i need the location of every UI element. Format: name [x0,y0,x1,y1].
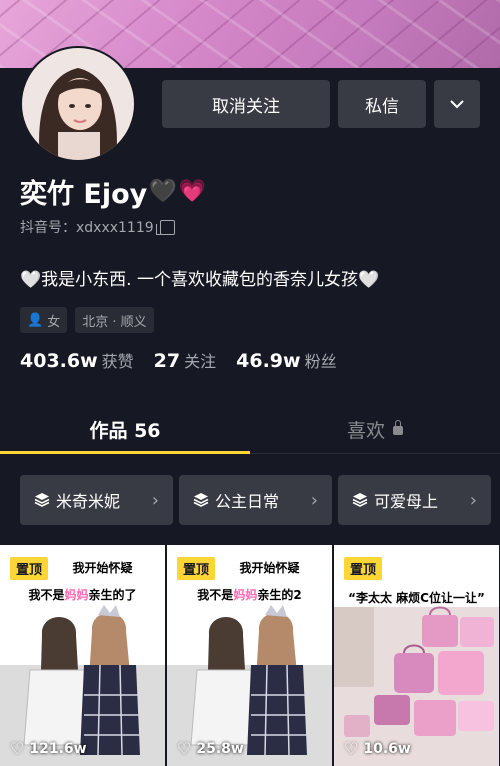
collections-row: 米奇米妮 › 公主日常 › 可爱母上 › [20,475,491,525]
display-name-text: 奕竹 Ejoy [20,179,148,210]
copy-icon[interactable] [155,219,175,235]
video-likes: ♡ 121.6w [10,739,87,758]
heart-outline-icon: ♡ [344,739,359,758]
video-caption: “李太太 麻烦C位让一让” [348,591,485,605]
video-caption-highlight: 妈妈 [64,588,89,602]
stat-following-value: 27 [153,350,181,372]
stat-followers[interactable]: 46.9w 粉丝 [236,348,336,372]
lock-icon [393,419,403,435]
stack-icon [352,493,368,507]
video-likes: ♡ 10.6w [344,739,411,758]
stack-icon [193,493,209,507]
tab-works-label: 作品 56 [89,419,161,442]
black-heart-emoji: 🖤 [149,179,177,204]
stat-followers-value: 46.9w [236,350,301,372]
stat-followers-label: 粉丝 [304,352,337,371]
stat-likes-label: 获赞 [101,352,134,371]
stat-likes: 403.6w 获赞 [20,348,134,372]
location-tag: 北京 · 顺义 [75,307,154,333]
video-thumbnail[interactable]: 置顶 我开始怀疑 我不是妈妈亲生的了 ♡ 121.6w [0,545,165,766]
profile-tags: 👤 女 北京 · 顺义 [20,307,154,333]
chevron-down-icon [450,100,464,109]
video-caption: 我不是妈妈亲生的了 [0,586,165,603]
video-likes: ♡ 25.8w [177,739,244,758]
video-caption-part: 我不是 [28,588,65,602]
more-options-button[interactable] [434,80,480,128]
tab-works[interactable]: 作品 56 [0,405,250,453]
collection-cute-mom[interactable]: 可爱母上 › [338,475,491,525]
collection-label: 可爱母上 [374,492,439,511]
stat-following-label: 关注 [184,352,217,371]
gender-tag: 👤 女 [20,307,68,333]
display-name: 奕竹 Ejoy 🖤 💗 [20,172,206,211]
collection-mickey-minnie[interactable]: 米奇米妮 › [20,475,173,525]
video-thumbnail[interactable]: 置顶 我开始怀疑 我不是妈妈亲生的2 ♡ 25.8w [167,545,332,766]
video-caption: 我不是妈妈亲生的2 [167,586,332,603]
unfollow-button[interactable]: 取消关注 [162,80,330,128]
video-caption-part: 亲生的了 [88,588,137,602]
video-caption-part: 亲生的2 [257,588,302,602]
profile-stats: 403.6w 获赞 27 关注 46.9w 粉丝 [20,348,337,372]
douyin-id-text: 抖音号：xdxxx1119 [20,220,154,236]
profile-tabs: 作品 56 喜欢 [0,405,500,454]
bio: 🤍我是小东西. 一个喜欢收藏包的香奈儿女孩🤍 [20,270,380,290]
heart-outline-icon: ♡ [177,739,192,758]
chevron-right-icon: › [310,489,318,511]
video-likes-count: 10.6w [363,740,411,757]
gender-label: 女 [47,314,61,330]
pinned-badge: 置顶 [344,557,383,580]
video-caption-top: 我开始怀疑 [72,561,133,575]
avatar[interactable] [20,46,136,162]
chevron-right-icon: › [151,489,159,511]
pink-heart-emoji: 💗 [178,179,207,204]
collection-label: 公主日常 [215,492,280,511]
stat-following[interactable]: 27 关注 [154,348,216,372]
chevron-right-icon: › [469,489,477,511]
douyin-id: 抖音号：xdxxx1119 [20,217,175,237]
video-likes-count: 121.6w [29,740,87,757]
heart-outline-icon: ♡ [10,739,25,758]
tab-likes[interactable]: 喜欢 [250,405,500,453]
female-icon: 👤 [27,312,44,328]
stat-likes-value: 403.6w [20,350,98,372]
video-caption-highlight: 妈妈 [233,588,258,602]
tab-likes-label: 喜欢 [346,419,385,442]
stack-icon [34,493,50,507]
collection-label: 米奇米妮 [56,492,121,511]
video-thumbnail[interactable]: 置顶 “李太太 麻烦C位让一让” ♡ 10.6w [334,545,499,766]
active-tab-indicator [0,451,250,454]
video-grid: 置顶 我开始怀疑 我不是妈妈亲生的了 ♡ 121.6w 置顶 我开始怀疑 我不是… [0,545,500,766]
video-caption-top: 我开始怀疑 [239,561,300,575]
video-caption-part: 我不是 [197,588,234,602]
video-likes-count: 25.8w [196,740,244,757]
message-button[interactable]: 私信 [338,80,426,128]
location-label: 北京 · 顺义 [82,314,147,330]
collection-princess-daily[interactable]: 公主日常 › [179,475,332,525]
